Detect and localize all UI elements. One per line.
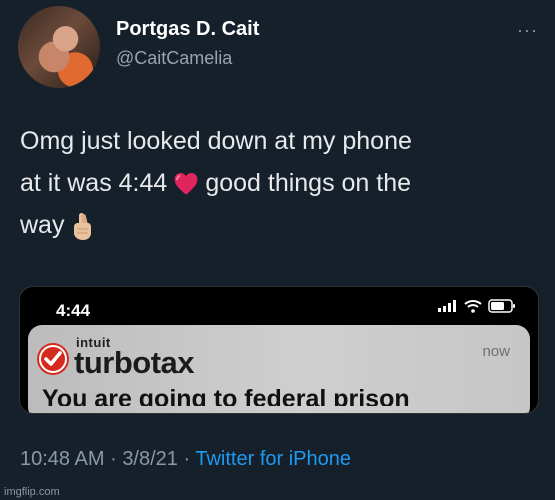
tweet-line-2-b: good things on the <box>205 169 412 197</box>
more-options-icon[interactable]: ··· <box>517 20 538 41</box>
notification-time: now <box>482 343 510 360</box>
crossed-fingers-emoji-icon <box>74 213 92 241</box>
wifi-icon <box>464 300 482 313</box>
tweet-line-2: at it was 4:44 good things on the <box>20 162 540 204</box>
turbotax-notification[interactable]: intuit turbotax now You are going to fed… <box>28 325 530 413</box>
tweet-time[interactable]: 10:48 AM <box>20 448 105 470</box>
imgflip-watermark: imgflip.com <box>4 486 60 498</box>
status-bar-time: 4:44 <box>56 301 91 320</box>
avatar[interactable] <box>18 6 100 88</box>
red-heart-emoji-icon <box>174 173 198 195</box>
footer-separator: · <box>110 448 117 470</box>
screenshot-media[interactable]: 4:44 intuit turbotax now You are going t… <box>19 286 539 414</box>
tweet-line-2-a: at it was 4:44 <box>20 169 168 197</box>
tweet-footer: 10:48 AM · 3/8/21 · Twitter for iPhone <box>20 448 351 471</box>
user-handle[interactable]: @CaitCamelia <box>116 48 232 69</box>
turbotax-label: turbotax <box>74 345 195 380</box>
tweet-line-1: Omg just looked down at my phone <box>20 127 412 155</box>
tweet-text: Omg just looked down at my phone at it w… <box>20 120 540 246</box>
tweet-line-3-text: way <box>20 211 65 239</box>
tweet-source-link[interactable]: Twitter for iPhone <box>195 448 351 470</box>
turbotax-check-icon <box>37 343 69 375</box>
battery-icon <box>488 299 515 313</box>
tweet-card: Portgas D. Cait @CaitCamelia ··· Omg jus… <box>0 0 555 500</box>
display-name[interactable]: Portgas D. Cait <box>116 18 259 41</box>
notification-message: You are going to federal prison <box>42 385 410 406</box>
tweet-date[interactable]: 3/8/21 <box>122 448 178 470</box>
status-bar-icons <box>438 299 516 313</box>
tweet-header: Portgas D. Cait @CaitCamelia ··· <box>18 6 538 88</box>
signal-icon <box>438 300 456 312</box>
tweet-line-3: way <box>20 204 540 246</box>
footer-separator: · <box>183 448 191 470</box>
